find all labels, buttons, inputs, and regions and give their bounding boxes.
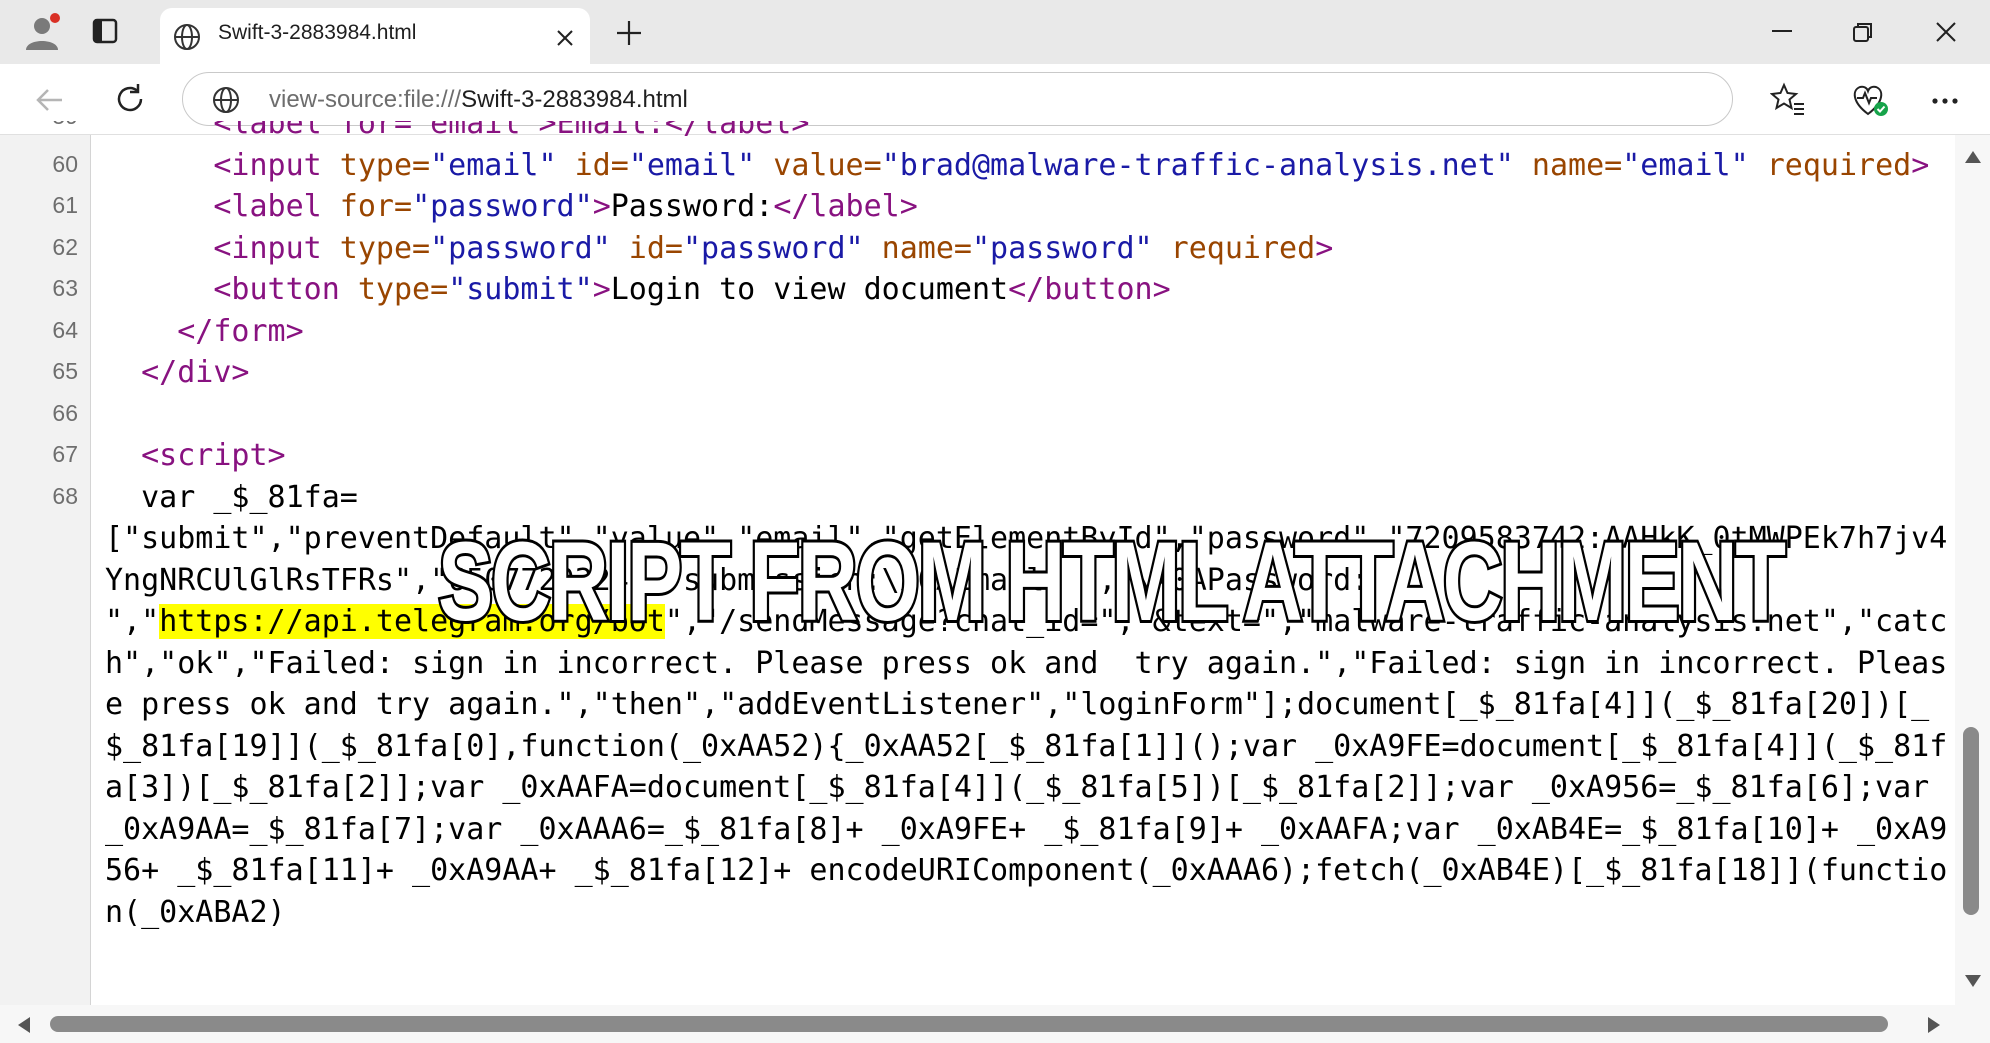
code-attr: type= (321, 230, 431, 266)
close-tab-icon[interactable] (555, 28, 575, 48)
code-text: ","/sendMessage?chat_id=","&text=","malw… (105, 604, 1948, 930)
address-url: view-source:file:///Swift-3-2883984.html (269, 86, 688, 114)
code-value: "email" (1622, 147, 1749, 183)
source-line-65: 65 </div> (0, 352, 1955, 394)
code-value: "submit" (448, 272, 593, 307)
code-text: <label for="email">Email:</label> (213, 121, 810, 141)
overlay-caption: SCRIPT FROM HTML ATTACHMENT (436, 516, 1788, 647)
scroll-left-arrow-icon[interactable] (18, 1017, 30, 1033)
restore-icon[interactable] (1852, 21, 1874, 43)
scroll-up-arrow-icon[interactable] (1965, 151, 1981, 163)
code-tag: > (1911, 147, 1930, 183)
code-tag: <label (213, 189, 322, 224)
new-tab-plus-icon[interactable] (614, 18, 644, 48)
horizontal-scroll-thumb[interactable] (50, 1016, 1888, 1032)
line-number: 64 (52, 316, 78, 343)
source-line-60: 60 <input type="email" id="email" value=… (0, 145, 1955, 187)
source-viewer: 59 <label for="email">Email:</label> 60 … (0, 121, 1990, 1043)
code-text: Login to view document (610, 272, 1009, 307)
vertical-scroll-thumb[interactable] (1963, 727, 1979, 915)
code-tag: </button> (1008, 272, 1171, 307)
code-tag: </div> (141, 355, 250, 390)
code-attr: name= (863, 230, 972, 266)
back-arrow-icon[interactable] (34, 84, 66, 116)
source-line-61: 61 <label for="password">Password:</labe… (0, 186, 1955, 228)
tab-actions-icon[interactable] (92, 18, 118, 44)
favorites-star-icon[interactable] (1769, 82, 1806, 118)
tab-title: Swift-3-2883984.html (218, 21, 417, 44)
line-number: 63 (52, 275, 78, 301)
line-number: 66 (52, 399, 78, 426)
code-value: "password" (430, 230, 611, 266)
source-line-67: 67 <script> (0, 435, 1955, 477)
site-info-globe-icon[interactable] (211, 85, 241, 115)
code-value: "email" (628, 147, 756, 183)
more-options-icon[interactable] (1930, 86, 1960, 116)
code-tag: > (592, 272, 611, 307)
line-number: 67 (52, 441, 78, 467)
line-number: 62 (52, 233, 78, 260)
code-tag: <input (213, 230, 322, 266)
code-value: "brad@malware-traffic-analysis.net" (881, 147, 1514, 183)
line-number: 61 (52, 192, 78, 218)
line-number: 60 (52, 150, 78, 177)
line-number: 68 (52, 482, 78, 509)
line-number: 59 (0, 121, 78, 130)
browser-essentials-heart-icon[interactable] (1850, 82, 1890, 118)
code-attr: type= (321, 147, 431, 183)
reload-icon[interactable] (113, 82, 147, 116)
code-value: "password" (683, 230, 864, 266)
code-text: Password: (610, 189, 774, 224)
source-line-64: 64 </form> (0, 311, 1955, 353)
code-attr: type= (339, 272, 449, 307)
address-bar[interactable]: view-source:file:///Swift-3-2883984.html (182, 72, 1733, 126)
code-value: "password" (972, 230, 1153, 266)
horizontal-scrollbar[interactable] (0, 1005, 1990, 1043)
active-tab[interactable]: Swift-3-2883984.html (160, 8, 590, 64)
code-attr: required (1748, 147, 1912, 183)
code-attr: for= (321, 189, 413, 224)
url-prefix: view-source:file:/// (269, 86, 462, 113)
profile-avatar-icon[interactable] (22, 12, 62, 52)
vertical-scrollbar[interactable] (1955, 135, 1990, 1005)
globe-icon (172, 22, 202, 52)
code-value: "password" (412, 189, 593, 224)
code-tag: </form> (177, 313, 304, 349)
code-value: "email" (430, 147, 557, 183)
code-tag: > (592, 189, 611, 224)
source-line-66: 66 (0, 394, 1955, 436)
close-window-icon[interactable] (1934, 20, 1958, 44)
source-line-59: 59 <label for="email">Email:</label> (0, 121, 1955, 145)
code-tag: > (1315, 230, 1334, 266)
code-tag: <script> (141, 438, 286, 473)
code-tag: <button (213, 272, 340, 307)
scroll-right-arrow-icon[interactable] (1928, 1017, 1940, 1033)
url-file: Swift-3-2883984.html (461, 86, 688, 113)
code-attr: name= (1513, 147, 1623, 183)
line-number: 65 (52, 358, 78, 384)
code-tag: <input (213, 147, 322, 183)
scroll-down-arrow-icon[interactable] (1965, 975, 1981, 987)
code-tag: </label> (773, 189, 918, 224)
minimize-icon[interactable] (1772, 30, 1792, 32)
code-attr: id= (556, 147, 629, 183)
source-line-63: 63 <button type="submit">Login to view d… (0, 269, 1955, 311)
code-attr: required (1152, 230, 1316, 266)
code-attr: value= (755, 147, 882, 183)
code-attr: id= (610, 230, 683, 266)
tab-strip: Swift-3-2883984.html (0, 0, 1990, 64)
source-line-62: 62 <input type="password" id="password" … (0, 228, 1955, 270)
